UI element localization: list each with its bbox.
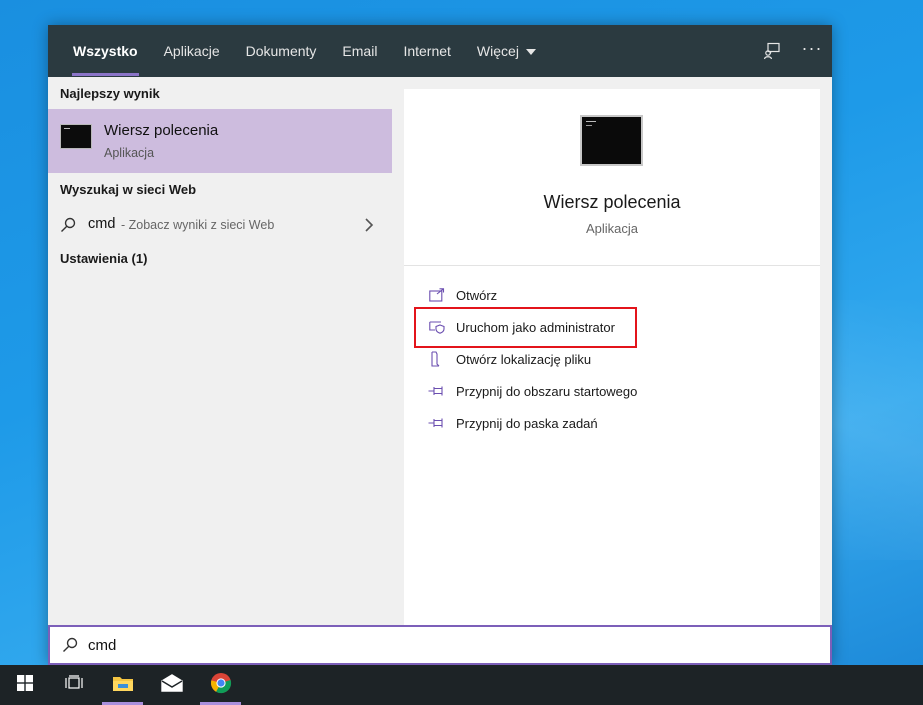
tab-label: Dokumenty	[245, 43, 317, 59]
mail-button[interactable]	[147, 665, 196, 705]
tab-email[interactable]: Email	[329, 25, 390, 77]
action-label: Otwórz	[456, 287, 498, 303]
tab-label: Wszystko	[73, 43, 138, 59]
more-options-icon[interactable]: ···	[792, 22, 832, 74]
command-prompt-icon	[60, 124, 92, 149]
tab-label: Więcej	[476, 43, 519, 59]
search-input[interactable]	[88, 633, 788, 657]
highlight-annotation-box	[414, 307, 637, 348]
tab-label: Email	[342, 43, 378, 59]
divider	[404, 265, 820, 266]
action-open-file-location[interactable]: Otwórz lokalizację pliku	[428, 345, 591, 373]
web-search-heading: Wyszukaj w sieci Web	[60, 182, 197, 197]
search-bar	[48, 625, 832, 665]
action-pin-to-taskbar[interactable]: Przypnij do paska zadań	[428, 409, 598, 437]
tab-web[interactable]: Internet	[390, 25, 463, 77]
tab-apps[interactable]: Aplikacje	[151, 25, 233, 77]
tab-more[interactable]: Więcej	[464, 25, 549, 77]
best-match-heading: Najlepszy wynik	[60, 86, 160, 101]
action-open[interactable]: Otwórz	[428, 281, 497, 309]
pin-icon	[428, 382, 446, 400]
settings-heading[interactable]: Ustawienia (1)	[60, 251, 147, 266]
action-label: Otwórz lokalizację pliku	[456, 351, 592, 367]
tab-label: Internet	[403, 43, 451, 59]
chevron-right-icon[interactable]	[364, 217, 374, 238]
results-list: Najlepszy wynik Wiersz polecenia Aplikac…	[48, 77, 392, 625]
best-match-item[interactable]: Wiersz polecenia Aplikacja	[48, 109, 392, 173]
preview-pane: Wiersz polecenia Aplikacja Otwórz Urucho…	[404, 89, 820, 625]
windows-search-panel: Wszystko Aplikacje Dokumenty Email Inter…	[48, 25, 832, 665]
task-view-button[interactable]	[49, 665, 98, 705]
best-match-name: Wiersz polecenia	[104, 122, 219, 139]
preview-kind: Aplikacja	[585, 221, 639, 236]
web-search-hint: - Zobacz wyniki z sieci Web	[121, 218, 275, 232]
best-match-kind: Aplikacja	[104, 146, 155, 160]
search-icon	[60, 217, 76, 238]
tab-all[interactable]: Wszystko	[60, 25, 151, 77]
chrome-button[interactable]	[196, 665, 245, 705]
feedback-icon[interactable]	[752, 25, 792, 77]
preview-title: Wiersz polecenia	[543, 192, 681, 212]
start-button[interactable]	[0, 665, 49, 705]
taskbar	[0, 665, 923, 705]
action-label: Przypnij do obszaru startowego	[456, 383, 638, 399]
folder-icon	[112, 674, 134, 697]
pin-icon	[428, 414, 446, 432]
search-icon	[62, 637, 78, 658]
windows-logo-icon	[16, 674, 33, 696]
file-location-icon	[428, 350, 446, 368]
action-pin-to-start[interactable]: Przypnij do obszaru startowego	[428, 377, 637, 405]
web-search-query: cmd	[88, 216, 116, 232]
task-view-icon	[64, 674, 83, 696]
command-prompt-icon	[580, 115, 643, 166]
chevron-down-icon	[525, 49, 536, 55]
search-scope-tabs: Wszystko Aplikacje Dokumenty Email Inter…	[48, 25, 832, 77]
file-explorer-button[interactable]	[98, 665, 147, 705]
tab-documents[interactable]: Dokumenty	[233, 25, 330, 77]
chrome-icon	[210, 672, 232, 699]
open-icon	[428, 286, 446, 304]
action-label: Przypnij do paska zadań	[456, 415, 598, 431]
tab-label: Aplikacje	[163, 43, 220, 59]
web-search-item[interactable]: cmd - Zobacz wyniki z sieci Web	[48, 209, 392, 241]
mail-icon	[160, 673, 184, 697]
